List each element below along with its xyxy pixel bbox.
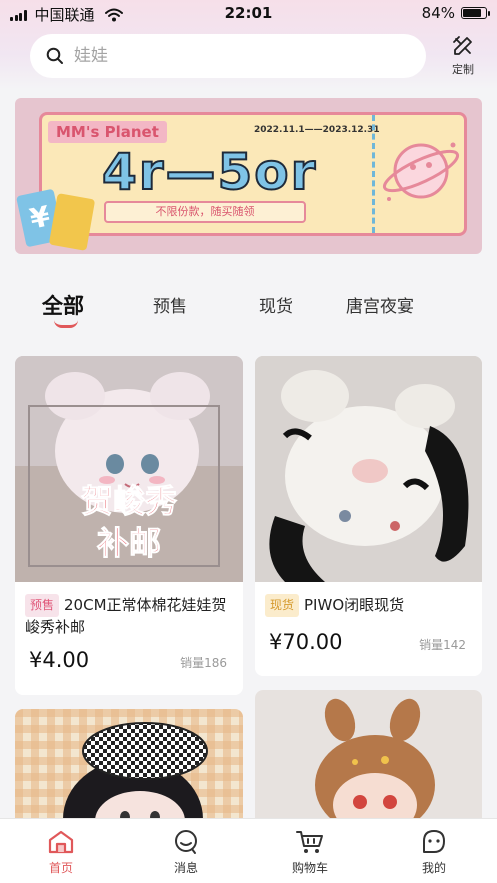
profile-icon (423, 830, 445, 853)
tab-all[interactable]: 全部 (42, 290, 84, 320)
nav-home-label: 首页 (48, 861, 73, 875)
banner-subtitle: 不限份款，随买随领 (104, 201, 306, 223)
tab-active-indicator (54, 320, 78, 328)
product-image (15, 709, 243, 829)
category-tabs: 全部 预售 现货 唐宫夜宴 (0, 282, 497, 338)
promo-banner[interactable]: MM's Planet 2022.11.1——2023.12.31 4r—5or… (15, 98, 482, 254)
product-image (255, 690, 482, 830)
battery-level (463, 9, 482, 17)
product-card[interactable] (255, 690, 482, 830)
product-price: ¥4.00 (29, 648, 90, 672)
nav-messages-label: 消息 (173, 861, 198, 875)
battery-percent: 84% (421, 4, 455, 22)
pencil-ruler-icon (453, 36, 472, 55)
product-image-caption-2: 补邮 (96, 524, 161, 563)
product-image (255, 356, 482, 582)
status-bar: 中国联通 22:01 84% (0, 0, 497, 28)
tab-presale[interactable]: 预售 (153, 292, 187, 317)
product-price: ¥70.00 (269, 630, 343, 654)
nav-profile[interactable]: 我的 (404, 829, 464, 876)
in-stock-tag: 现货 (265, 594, 300, 617)
product-card[interactable]: 贺峻秀 补邮 预售 20CM正常体棉花娃娃贺峻秀补邮 ¥4.00 销量186 (15, 356, 243, 695)
custom-label: 定制 (452, 63, 474, 76)
home-icon (48, 830, 74, 854)
banner-title: MM's Planet (48, 121, 167, 143)
product-card[interactable]: 现货 PIWO闭眼现货 ¥70.00 销量142 (255, 356, 482, 676)
status-right: 84% (421, 4, 490, 22)
custom-button[interactable]: 定制 (444, 34, 482, 80)
nav-cart[interactable]: 购物车 (280, 829, 340, 876)
product-title-block: 现货 PIWO闭眼现货 (265, 594, 475, 617)
nav-cart-label: 购物车 (291, 861, 328, 875)
ticket-stub (372, 115, 467, 233)
message-icon (175, 830, 197, 854)
coupon-ticket: MM's Planet 2022.11.1——2023.12.31 4r—5or… (39, 112, 467, 236)
banner-date-range: 2022.11.1——2023.12.31 (254, 125, 380, 135)
tab-in-stock[interactable]: 现货 (259, 292, 293, 317)
nav-home[interactable]: 首页 (31, 829, 91, 876)
product-sales: 销量142 (419, 638, 466, 652)
product-title: PIWO闭眼现货 (304, 596, 405, 614)
banner-headline: 4r—5or (101, 142, 318, 202)
battery-icon (461, 7, 490, 19)
nav-profile-label: 我的 (421, 861, 446, 875)
yen-cards-decoration: ¥ (16, 188, 97, 251)
product-card[interactable] (15, 709, 243, 829)
product-image-caption-1: 贺峻秀 (80, 482, 177, 521)
yen-card-yellow (48, 193, 96, 251)
product-title-block: 预售 20CM正常体棉花娃娃贺峻秀补邮 (25, 594, 235, 638)
search-bar[interactable] (30, 34, 426, 78)
tab-tang-palace[interactable]: 唐宫夜宴 (346, 292, 414, 317)
bottom-navigation: 首页 消息 购物车 我的 (0, 818, 497, 883)
cart-icon (296, 831, 323, 853)
nav-messages[interactable]: 消息 (156, 829, 216, 876)
search-icon (46, 47, 63, 64)
product-sales: 销量186 (180, 656, 227, 670)
product-image: 贺峻秀 补邮 (15, 356, 243, 582)
planet-icon (382, 142, 460, 201)
doll-illustration (255, 356, 482, 582)
presale-tag: 预售 (25, 594, 60, 617)
search-input[interactable] (74, 46, 394, 66)
